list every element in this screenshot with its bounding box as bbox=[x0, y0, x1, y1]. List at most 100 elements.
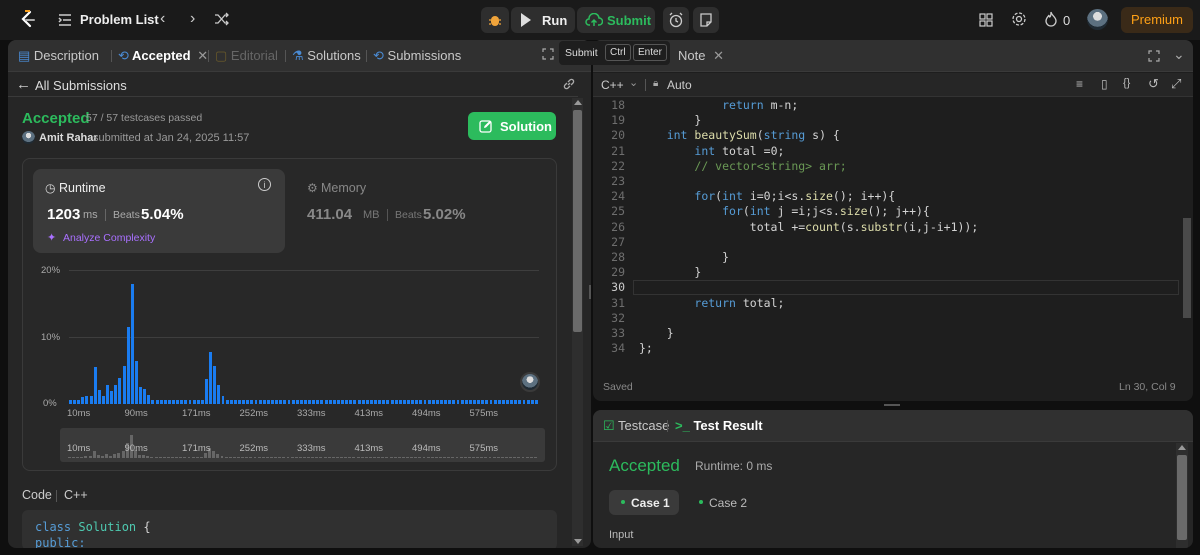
chart-bar[interactable] bbox=[262, 399, 266, 404]
chart-bar[interactable] bbox=[460, 399, 464, 404]
tab-test-result[interactable]: >_ Test Result bbox=[675, 410, 763, 442]
chart-bar[interactable] bbox=[163, 399, 167, 404]
horizontal-splitter[interactable] bbox=[884, 404, 900, 406]
code-line[interactable]: 30 bbox=[593, 280, 1179, 295]
chart-bar[interactable] bbox=[192, 399, 196, 404]
chart-bar[interactable] bbox=[332, 399, 336, 404]
debug-button[interactable] bbox=[481, 7, 509, 33]
chart-bar[interactable] bbox=[304, 399, 307, 404]
code-line[interactable]: 20 int beautySum(string s) { bbox=[593, 128, 1179, 143]
chart-bar[interactable] bbox=[122, 366, 126, 404]
expand-icon[interactable]: ⤢ bbox=[1171, 76, 1181, 92]
premium-button[interactable]: Premium bbox=[1121, 7, 1193, 33]
chart-bar[interactable] bbox=[497, 399, 501, 404]
result-scrollbar[interactable] bbox=[1176, 443, 1188, 548]
chart-bar[interactable] bbox=[448, 399, 452, 404]
case-1-tab[interactable]: Case 1 bbox=[609, 490, 679, 515]
scroll-down-icon[interactable] bbox=[574, 539, 582, 544]
chart-bar[interactable] bbox=[93, 367, 97, 404]
info-icon[interactable]: i bbox=[258, 178, 271, 191]
chart-navigator[interactable]: 10ms 90ms 171ms 252ms 333ms 413ms 494ms 575ms bbox=[60, 428, 545, 462]
chart-bar[interactable] bbox=[349, 399, 353, 404]
chart-bar[interactable] bbox=[130, 284, 134, 404]
chart-bar[interactable] bbox=[415, 399, 419, 404]
editor-scrollbar[interactable] bbox=[1181, 98, 1193, 368]
chart-bar[interactable] bbox=[365, 399, 369, 404]
chart-bar[interactable] bbox=[477, 399, 481, 404]
tab-testcase[interactable]: ☑ Testcase bbox=[603, 410, 669, 442]
maximize-icon[interactable] bbox=[542, 48, 554, 60]
analyze-complexity-link[interactable]: Analyze Complexity bbox=[63, 232, 155, 244]
collapse-icon[interactable]: ⌄ bbox=[1173, 46, 1185, 63]
chart-bar[interactable] bbox=[382, 399, 386, 404]
code-line[interactable]: 29 } bbox=[593, 265, 1179, 280]
chart-bar[interactable] bbox=[394, 399, 398, 404]
chart-bar[interactable] bbox=[85, 395, 89, 404]
tab-accepted[interactable]: ⟲ Accepted ✕ bbox=[118, 40, 208, 72]
chart-bar[interactable] bbox=[534, 399, 538, 404]
link-icon[interactable] bbox=[562, 77, 576, 91]
leetcode-logo-icon[interactable] bbox=[17, 9, 39, 31]
chart-bar[interactable] bbox=[271, 399, 274, 404]
chart-bar[interactable] bbox=[501, 399, 505, 404]
problem-list-link[interactable]: Problem List bbox=[80, 12, 159, 27]
chart-bar[interactable] bbox=[258, 399, 262, 404]
chart-bar[interactable] bbox=[225, 399, 229, 404]
close-tab-icon[interactable]: ✕ bbox=[197, 48, 208, 63]
chart-bar[interactable] bbox=[275, 399, 279, 404]
code-editor[interactable]: 18 return m-n; 19 } 20 int beautySum(strin… bbox=[593, 98, 1179, 368]
chart-bar[interactable] bbox=[246, 399, 250, 404]
tab-editorial[interactable]: ▢ Editorial bbox=[215, 40, 278, 72]
braces-icon[interactable]: {} bbox=[1123, 77, 1130, 89]
scroll-thumb[interactable] bbox=[1183, 218, 1191, 318]
chart-bar[interactable] bbox=[200, 399, 204, 404]
chart-bar[interactable] bbox=[452, 399, 456, 404]
chart-bar[interactable] bbox=[172, 399, 175, 404]
tab-submissions[interactable]: ⟲ Submissions bbox=[373, 40, 461, 72]
chart-bar[interactable] bbox=[279, 399, 283, 404]
chart-bar[interactable] bbox=[81, 397, 85, 404]
chart-bar[interactable] bbox=[374, 399, 377, 404]
chart-bar[interactable] bbox=[316, 399, 320, 404]
code-line[interactable]: 18 return m-n; bbox=[593, 98, 1179, 113]
code-line[interactable]: 27 bbox=[593, 235, 1179, 250]
chart-bar[interactable] bbox=[464, 399, 468, 404]
reset-icon[interactable]: ↺ bbox=[1148, 76, 1159, 92]
chart-bar[interactable] bbox=[283, 399, 287, 404]
tab-description[interactable]: ▤ Description bbox=[18, 40, 99, 72]
left-scrollbar[interactable] bbox=[572, 98, 583, 546]
streak-fire-icon[interactable] bbox=[1044, 11, 1058, 27]
settings-gear-icon[interactable] bbox=[1011, 11, 1027, 27]
chart-bar[interactable] bbox=[485, 399, 489, 404]
format-icon[interactable]: ≡ bbox=[1076, 77, 1083, 91]
chart-bar[interactable] bbox=[110, 391, 114, 404]
code-line[interactable]: 25 for(int j =i;j<s.size(); j++){ bbox=[593, 204, 1179, 219]
code-line[interactable]: 33 } bbox=[593, 326, 1179, 341]
chart-bar[interactable] bbox=[89, 395, 93, 404]
chevron-down-icon[interactable]: ⌄ bbox=[629, 76, 638, 89]
chart-bar[interactable] bbox=[188, 399, 192, 404]
chart-bar[interactable] bbox=[431, 399, 435, 404]
chart-bar[interactable] bbox=[266, 399, 270, 404]
chart-bar[interactable] bbox=[143, 388, 147, 404]
scroll-up-icon[interactable] bbox=[1178, 445, 1186, 450]
chart-bar[interactable] bbox=[254, 399, 258, 404]
code-line[interactable]: 26 total +=count(s.substr(i,j-i+1)); bbox=[593, 220, 1179, 235]
chart-bar[interactable] bbox=[402, 399, 406, 404]
code-line[interactable]: 21 int total =0; bbox=[593, 144, 1179, 159]
chart-bar[interactable] bbox=[77, 399, 81, 404]
submit-button[interactable]: Submit bbox=[577, 7, 655, 33]
mode-label[interactable]: Auto bbox=[667, 78, 692, 92]
chart-bar[interactable] bbox=[530, 399, 534, 404]
chart-bar[interactable] bbox=[238, 399, 241, 404]
code-line[interactable]: 28 } bbox=[593, 250, 1179, 265]
all-submissions-link[interactable]: All Submissions bbox=[35, 78, 127, 93]
timer-button[interactable] bbox=[663, 7, 689, 33]
chart-bar[interactable] bbox=[514, 399, 518, 404]
chart-bar[interactable] bbox=[73, 399, 77, 404]
tab-solutions[interactable]: ⚗ Solutions bbox=[292, 40, 361, 72]
chart-bar[interactable] bbox=[180, 399, 184, 404]
chart-bar[interactable] bbox=[167, 399, 171, 404]
code-line[interactable]: 19 } bbox=[593, 113, 1179, 128]
runtime-card[interactable]: ◷ Runtime i 1203 ms Beats 5.04% ✦ Analyz… bbox=[33, 169, 285, 253]
